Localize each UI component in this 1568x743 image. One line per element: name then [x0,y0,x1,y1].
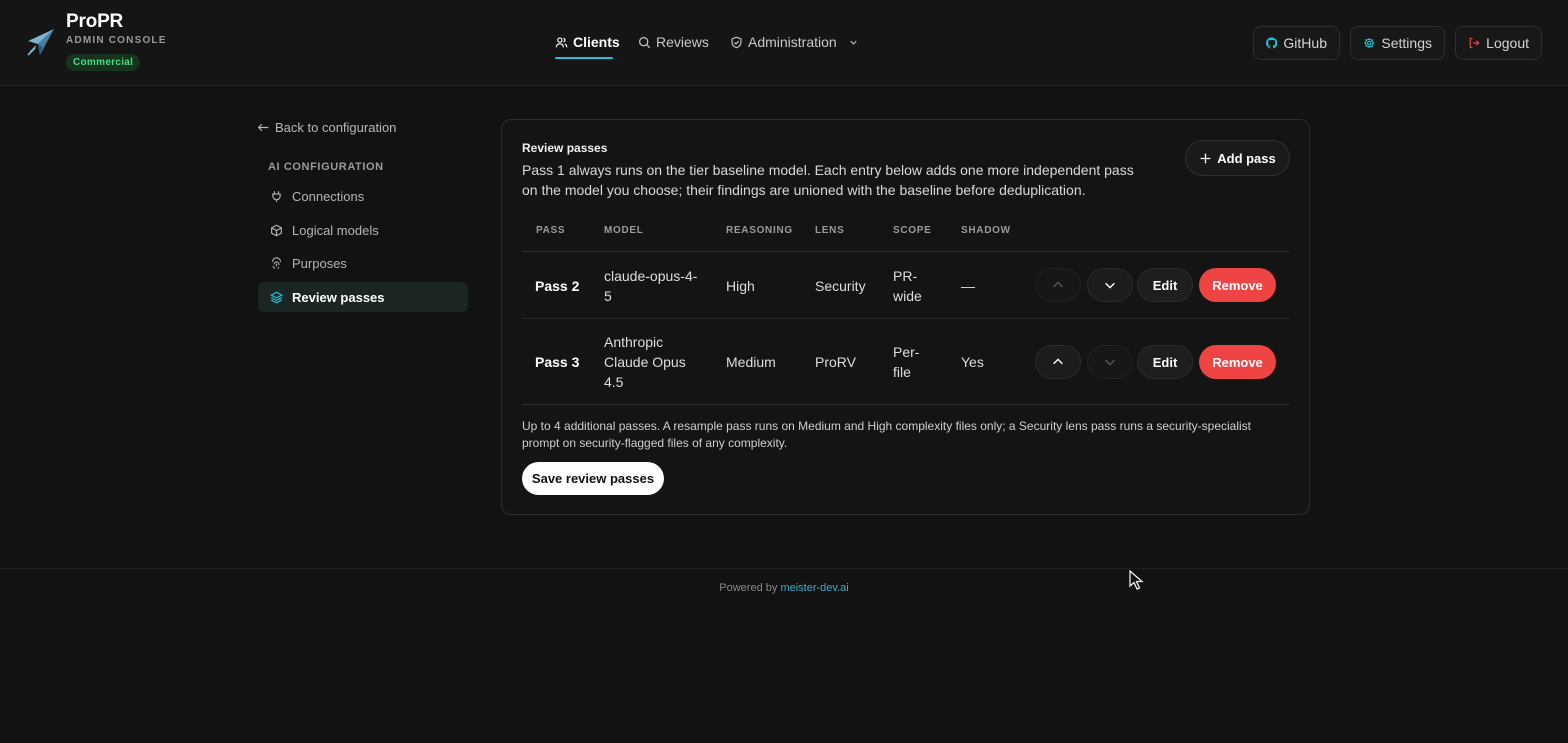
back-link-label: Back to configuration [275,120,397,135]
settings-button[interactable]: Settings [1350,26,1445,60]
table-divider [522,318,1290,319]
footer-prefix: Powered by [719,582,778,594]
column-header-reasoning: REASONING [726,225,793,236]
lens-cell: Security [815,278,866,294]
app-subtitle: ADMIN CONSOLE [66,35,167,46]
top-header: ProPR ADMIN CONSOLE Commercial Clients R… [0,0,1568,86]
remove-button[interactable]: Remove [1199,345,1276,379]
chevron-down-icon [1105,359,1115,366]
lens-cell: ProRV [815,354,856,370]
review-passes-card: Review passes Pass 1 always runs on the … [501,119,1310,515]
sidebar-item-label: Logical models [292,222,379,238]
reasoning-cell: High [726,278,755,294]
sidebar-item-connections[interactable]: Connections [258,181,468,211]
nav-administration[interactable]: Administration [730,31,859,53]
passes-footnote: Up to 4 additional passes. A resample pa… [522,419,1252,450]
license-badge: Commercial [66,54,141,71]
sidebar-item-label: Review passes [292,289,385,305]
card-description: Pass 1 always runs on the tier baseline … [522,162,1134,198]
card-title: Review passes [522,141,608,155]
sidebar-item-logical-models[interactable]: Logical models [258,215,468,245]
github-label: GitHub [1283,35,1327,51]
column-header-model: MODEL [604,225,644,236]
reasoning-cell: Medium [726,354,776,370]
nav-reviews[interactable]: Reviews [638,31,709,53]
pass-cell: Pass 2 [535,278,580,294]
settings-label: Settings [1381,35,1432,51]
cube-icon [271,224,282,236]
move-down-button[interactable] [1087,268,1133,302]
sidebar-item-label: Purposes [292,255,347,271]
model-cell: claude-opus-4-5 [604,268,698,304]
footer: Powered by meister-dev.ai [0,582,1568,594]
nav-active-indicator [555,57,613,59]
remove-button[interactable]: Remove [1199,268,1276,302]
nav-clients-label: Clients [573,34,620,50]
edit-button[interactable]: Edit [1137,268,1193,302]
logout-button[interactable]: Logout [1455,26,1542,60]
plus-icon [1200,153,1211,163]
table-divider [522,404,1290,405]
scope-cell: PR-wide [893,268,922,304]
logout-icon [1469,37,1480,49]
add-pass-button[interactable]: Add pass [1185,140,1290,176]
shield-check-icon [731,36,742,48]
chevron-down-icon [1105,282,1115,289]
plug-icon [272,190,281,202]
column-header-scope: SCOPE [893,225,932,236]
table-divider [522,251,1290,252]
layers-icon [270,291,283,303]
gear-icon [1364,37,1375,49]
chevron-up-icon [1053,281,1063,288]
add-pass-label: Add pass [1217,150,1276,166]
github-button[interactable]: GitHub [1253,26,1340,60]
column-header-shadow: SHADOW [961,225,1011,236]
chevron-up-icon [1053,358,1063,365]
sidebar-item-review-passes[interactable]: Review passes [258,282,468,312]
back-to-configuration-link[interactable]: Back to configuration [257,120,396,135]
footer-divider [0,568,1568,569]
model-cell: Anthropic Claude Opus 4.5 [604,334,686,390]
move-up-button[interactable] [1035,268,1081,302]
edit-button[interactable]: Edit [1137,345,1193,379]
footer-link[interactable]: meister-dev.ai [780,582,848,594]
nav-administration-label: Administration [748,34,837,50]
paper-plane-logo-icon [27,29,54,56]
fingerprint-icon [271,256,282,269]
save-review-passes-button[interactable]: Save review passes [522,462,664,495]
move-down-button[interactable] [1087,345,1133,379]
search-icon [639,36,651,48]
sidebar-item-label: Connections [292,188,365,204]
logout-label: Logout [1486,35,1529,51]
scope-cell: Per-file [893,344,920,380]
github-icon [1266,37,1278,49]
app-name: ProPR [66,11,124,32]
sidebar-section-title: AI CONFIGURATION [268,161,384,173]
chevron-down-icon [850,40,857,45]
mouse-cursor-icon [1129,570,1144,590]
shadow-cell: — [961,278,975,294]
column-header-pass: PASS [536,225,566,236]
shadow-cell: Yes [961,354,984,370]
nav-clients[interactable]: Clients [555,31,620,53]
pass-cell: Pass 3 [535,354,580,370]
move-up-button[interactable] [1035,345,1081,379]
column-header-lens: LENS [815,225,845,236]
users-icon [555,36,568,47]
nav-reviews-label: Reviews [656,34,709,50]
arrow-left-icon [257,123,269,132]
sidebar-item-purposes[interactable]: Purposes [258,248,468,278]
